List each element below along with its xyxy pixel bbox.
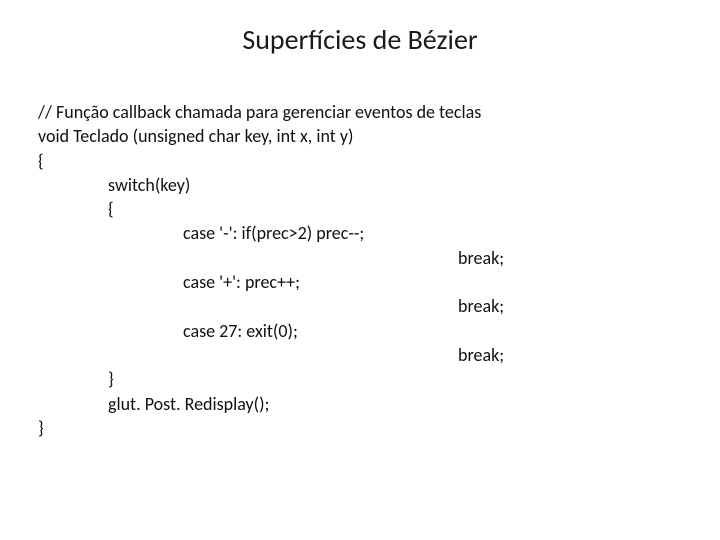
code-line: case '+': prec++; bbox=[38, 270, 682, 294]
code-line: break; bbox=[38, 246, 682, 270]
code-line: } bbox=[38, 416, 682, 440]
code-line: case 27: exit(0); bbox=[38, 319, 682, 343]
code-line: } bbox=[38, 367, 682, 391]
code-line: { bbox=[38, 149, 682, 173]
code-line: case '-': if(prec>2) prec--; bbox=[38, 221, 682, 245]
code-line: glut. Post. Redisplay(); bbox=[38, 392, 682, 416]
slide: Superfícies de Bézier // Função callback… bbox=[0, 0, 720, 540]
code-line: void Teclado (unsigned char key, int x, … bbox=[38, 124, 682, 148]
code-block: // Função callback chamada para gerencia… bbox=[38, 100, 682, 440]
code-line: break; bbox=[38, 294, 682, 318]
code-line: // Função callback chamada para gerencia… bbox=[38, 100, 682, 124]
code-line: switch(key) bbox=[38, 173, 682, 197]
slide-title: Superfícies de Bézier bbox=[0, 22, 720, 57]
code-line: { bbox=[38, 197, 682, 221]
code-line: break; bbox=[38, 343, 682, 367]
